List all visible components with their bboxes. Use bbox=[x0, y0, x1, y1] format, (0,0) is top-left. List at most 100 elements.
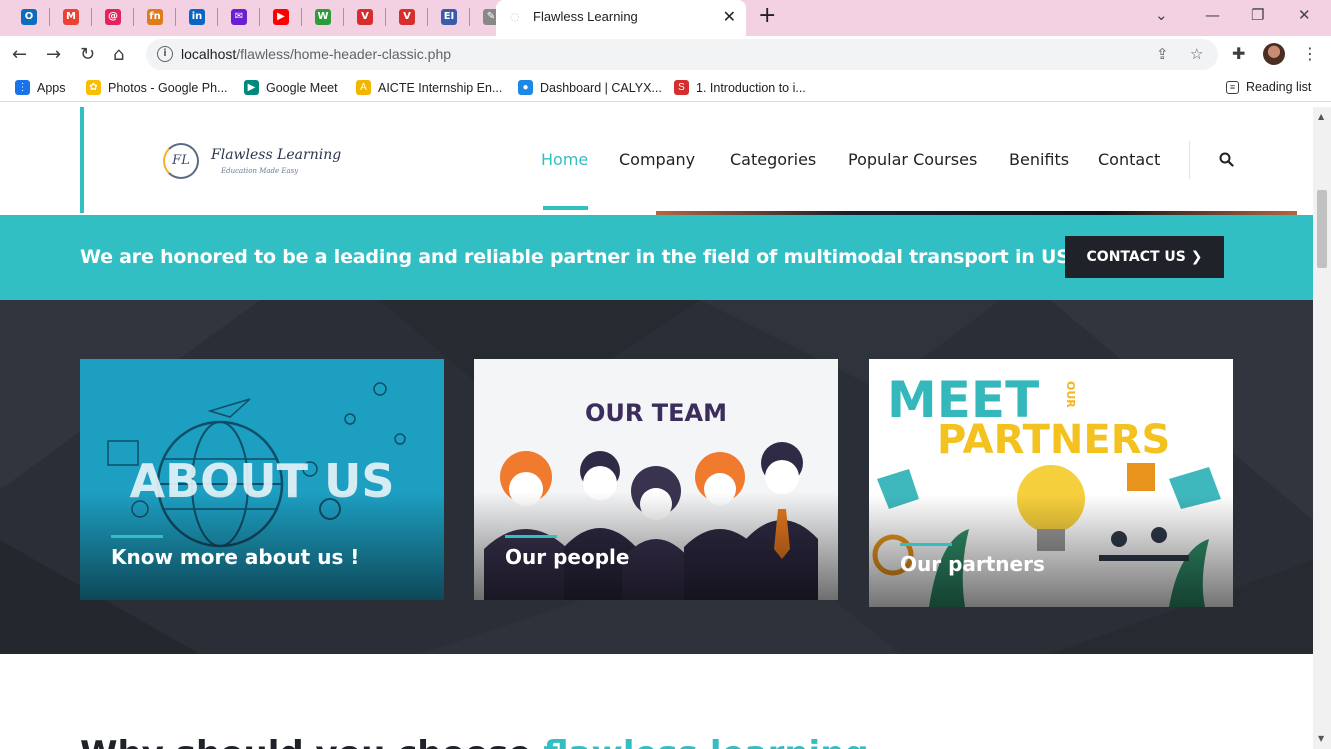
close-tab-icon[interactable]: ✕ bbox=[723, 7, 736, 26]
bookmark-label: Apps bbox=[37, 80, 66, 95]
our-partners-card[interactable]: MEET OUR PARTNERS Our partners bbox=[869, 359, 1233, 607]
tab-favicon-icon: ◌ bbox=[510, 10, 520, 23]
reload-icon[interactable]: ↻ bbox=[80, 44, 95, 65]
logo-name: Flawless Learning bbox=[211, 147, 342, 163]
address-bar[interactable]: i localhost/flawless/home-header-classic… bbox=[146, 39, 1218, 70]
home-icon[interactable]: ⌂ bbox=[113, 44, 124, 65]
active-tab[interactable]: ◌ Flawless Learning ✕ bbox=[496, 0, 746, 36]
tab-separator bbox=[301, 8, 302, 26]
nav-divider bbox=[1189, 141, 1190, 179]
tab-search-chevron-icon[interactable]: ⌄ bbox=[1155, 6, 1168, 24]
reading-list-icon: ≡ bbox=[1226, 80, 1239, 94]
bookmarks-bar: ≡ Reading list ⋮ Apps ✿ Photos - Google Ph.… bbox=[0, 74, 1331, 102]
tab-separator bbox=[385, 8, 386, 26]
pinned-tabs: O M @ fn in ✉ ▶ W V V EI ✎ bbox=[8, 5, 511, 29]
google-photos-icon: ✿ bbox=[86, 80, 101, 95]
linkedin-icon-glyph: in bbox=[189, 9, 205, 25]
scroll-down-icon[interactable]: ▼ bbox=[1318, 734, 1324, 743]
forward-icon[interactable]: → bbox=[46, 44, 61, 65]
url-text[interactable]: localhost/flawless/home-header-classic.p… bbox=[181, 46, 451, 62]
youtube-icon[interactable]: ▶ bbox=[269, 5, 293, 29]
bookmark-label: Photos - Google Ph... bbox=[108, 80, 228, 95]
logo-mark-icon: FL bbox=[163, 143, 199, 179]
contact-us-label: CONTACT US bbox=[1086, 249, 1186, 265]
chevron-right-icon: ❯ bbox=[1190, 249, 1203, 265]
section-heading-highlight: flawless learning bbox=[543, 734, 868, 749]
tab-separator bbox=[259, 8, 260, 26]
browser-tab-bar: O M @ fn in ✉ ▶ W V V EI ✎ ◌ Flawless Learning ✕ + … bbox=[0, 0, 1331, 36]
outlook-icon[interactable]: O bbox=[17, 5, 41, 29]
spiral-icon[interactable]: @ bbox=[101, 5, 125, 29]
outlook-icon-glyph: O bbox=[21, 9, 37, 25]
card-accent-bar bbox=[111, 535, 163, 538]
mail-icon-glyph: ✉ bbox=[231, 9, 247, 25]
scrollbar-thumb[interactable] bbox=[1317, 190, 1327, 268]
aicte-icon: A bbox=[356, 80, 371, 95]
v-icon[interactable]: V bbox=[395, 5, 419, 29]
nav-company[interactable]: Company bbox=[619, 150, 695, 169]
close-window-icon[interactable]: ✕ bbox=[1298, 6, 1311, 24]
our-team-card[interactable]: OUR TEAM Our people bbox=[474, 359, 838, 600]
tab-separator bbox=[343, 8, 344, 26]
tab-separator bbox=[217, 8, 218, 26]
card-accent-bar bbox=[505, 535, 557, 538]
google-meet-icon: ▶ bbox=[244, 80, 259, 95]
about-us-card[interactable]: ABOUT US Know more about us ! bbox=[80, 359, 444, 600]
new-tab-icon[interactable]: + bbox=[758, 3, 776, 28]
our-team-art-title: OUR TEAM bbox=[585, 399, 727, 427]
nav-home[interactable]: Home bbox=[541, 150, 588, 169]
browser-toolbar: ← → ↻ ⌂ i localhost/flawless/home-header… bbox=[0, 36, 1331, 74]
bookmark-item[interactable]: ● Dashboard | CALYX... bbox=[518, 80, 662, 95]
about-us-card-label: Know more about us ! bbox=[111, 545, 360, 569]
minimize-icon[interactable]: — bbox=[1205, 6, 1220, 24]
bookmark-item[interactable]: ▶ Google Meet bbox=[244, 80, 338, 95]
ei-icon[interactable]: EI bbox=[437, 5, 461, 29]
fn-icon-glyph: fn bbox=[147, 9, 163, 25]
our-team-card-label: Our people bbox=[505, 545, 630, 569]
contact-us-button[interactable]: CONTACT US ❯ bbox=[1065, 236, 1224, 278]
v-icon[interactable]: V bbox=[353, 5, 377, 29]
restore-icon[interactable]: ❐ bbox=[1251, 6, 1264, 24]
youtube-icon-glyph: ▶ bbox=[273, 9, 289, 25]
tab-separator bbox=[469, 8, 470, 26]
nav-contact[interactable]: Contact bbox=[1098, 150, 1160, 169]
bookmark-item[interactable]: S 1. Introduction to i... bbox=[674, 80, 806, 95]
bookmark-item[interactable]: ⋮ Apps bbox=[15, 80, 66, 95]
v-icon-glyph: V bbox=[399, 9, 415, 25]
extensions-puzzle-icon[interactable]: ✚ bbox=[1232, 44, 1245, 63]
apps-grid-icon: ⋮ bbox=[15, 80, 30, 95]
tab-separator bbox=[133, 8, 134, 26]
our-partners-card-label: Our partners bbox=[900, 552, 1045, 576]
bookmark-label: 1. Introduction to i... bbox=[696, 80, 806, 95]
linkedin-icon[interactable]: in bbox=[185, 5, 209, 29]
site-header: FL Flawless Learning Education Made Easy… bbox=[0, 107, 1313, 215]
site-logo[interactable]: FL Flawless Learning Education Made Easy bbox=[163, 143, 341, 179]
gmail-icon[interactable]: M bbox=[59, 5, 83, 29]
reading-list[interactable]: ≡ Reading list bbox=[1226, 80, 1311, 94]
chrome-menu-icon[interactable]: ⋮ bbox=[1302, 44, 1318, 63]
share-icon[interactable]: ⇪ bbox=[1156, 45, 1169, 63]
profile-avatar[interactable] bbox=[1263, 43, 1285, 65]
mail-icon[interactable]: ✉ bbox=[227, 5, 251, 29]
nav-popular-courses[interactable]: Popular Courses bbox=[848, 150, 977, 169]
w-icon[interactable]: W bbox=[311, 5, 335, 29]
fn-icon[interactable]: fn bbox=[143, 5, 167, 29]
page-scrollbar[interactable]: ▲ ▼ bbox=[1313, 107, 1331, 749]
search-icon[interactable] bbox=[1219, 152, 1234, 167]
gmail-icon-glyph: M bbox=[63, 9, 79, 25]
site-info-icon[interactable]: i bbox=[157, 46, 173, 62]
partners-art-title-2: PARTNERS bbox=[937, 417, 1170, 463]
section-heading-text: Why should you choose bbox=[80, 734, 531, 749]
back-icon[interactable]: ← bbox=[12, 44, 27, 65]
nav-categories[interactable]: Categories bbox=[730, 150, 816, 169]
reading-list-label: Reading list bbox=[1246, 80, 1312, 94]
scroll-up-icon[interactable]: ▲ bbox=[1318, 112, 1324, 121]
logo-text: Flawless Learning Education Made Easy bbox=[211, 147, 341, 175]
bookmark-star-icon[interactable]: ☆ bbox=[1190, 45, 1203, 63]
promo-banner: We are honored to be a leading and relia… bbox=[0, 215, 1313, 300]
bookmark-item[interactable]: ✿ Photos - Google Ph... bbox=[86, 80, 228, 95]
bookmark-item[interactable]: A AICTE Internship En... bbox=[356, 80, 502, 95]
partners-art-title-our: OUR bbox=[1064, 381, 1077, 408]
calyx-icon: ● bbox=[518, 80, 533, 95]
nav-benifits[interactable]: Benifits bbox=[1009, 150, 1069, 169]
